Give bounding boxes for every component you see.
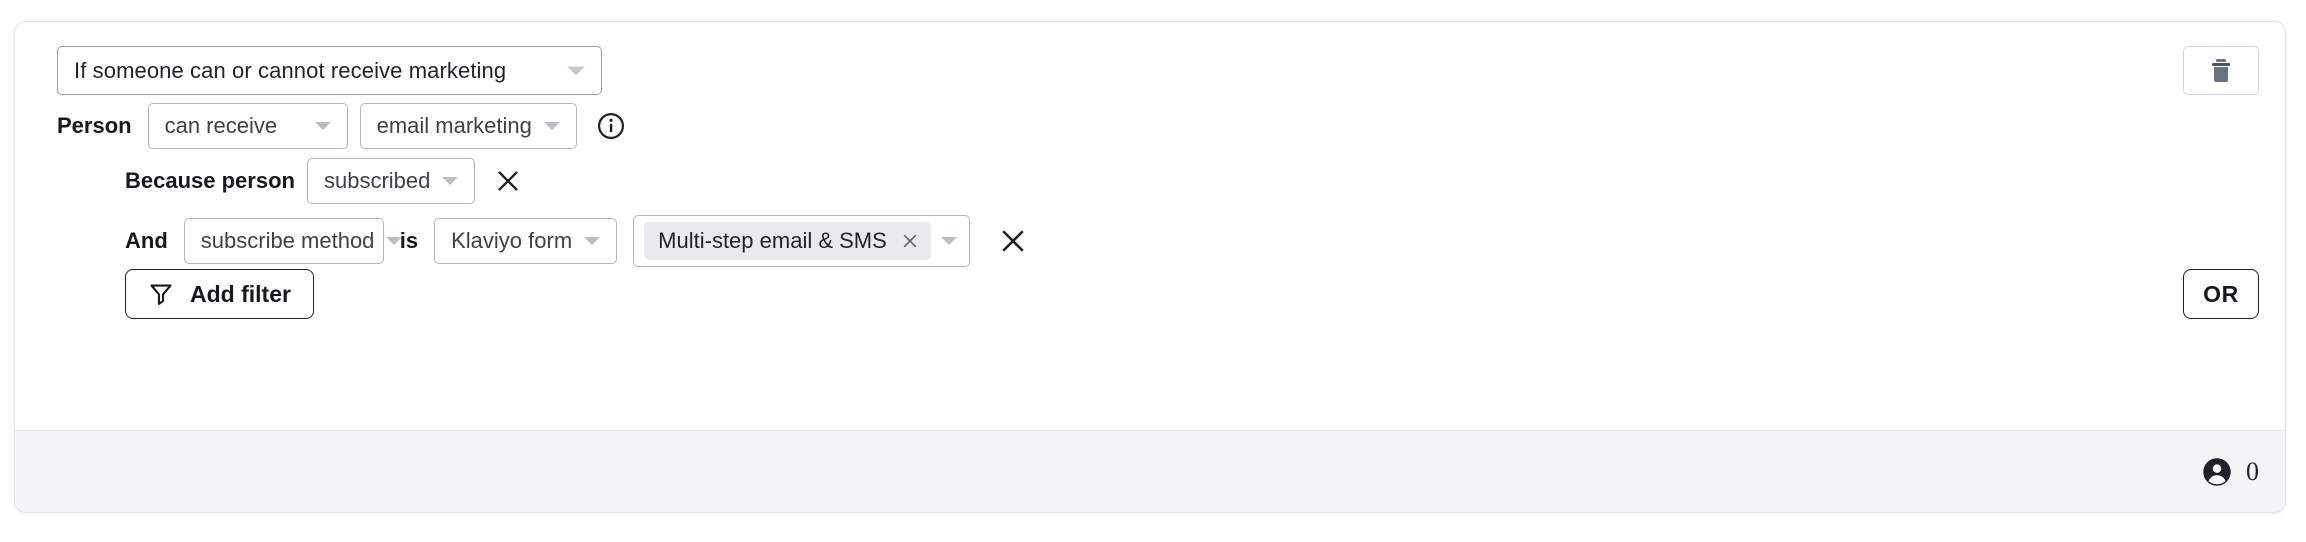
add-filter-button[interactable]: Add filter [125,269,314,319]
card-footer: 0 [15,430,2285,512]
person-channel-select[interactable]: email marketing [360,103,577,149]
trash-icon [2210,58,2232,84]
person-channel-value: email marketing [377,113,532,139]
and-row: And subscribe method is Klaviyo form Mul… [125,215,1030,267]
account-circle-icon [2202,457,2232,487]
and-row-label: And [125,228,168,254]
close-icon [901,232,919,250]
because-row-label: Because person [125,168,295,194]
person-row-label: Person [57,113,132,139]
add-filter-row: Add filter [125,269,314,319]
chevron-down-icon [315,122,331,130]
trigger-select-label: If someone can or cannot receive marketi… [74,58,506,84]
and-source-value: Klaviyo form [451,228,572,254]
or-button-label: OR [2203,281,2239,308]
remove-because-row-button[interactable] [491,164,525,198]
person-condition-value: can receive [165,113,278,139]
person-condition-select[interactable]: can receive [148,103,348,149]
chevron-down-icon [442,177,458,185]
because-value: subscribed [324,168,430,194]
chevron-down-icon [544,122,560,130]
condition-card: If someone can or cannot receive marketi… [14,21,2286,513]
trigger-select[interactable]: If someone can or cannot receive marketi… [57,46,602,95]
selected-tag-label: Multi-step email & SMS [658,228,887,254]
because-value-select[interactable]: subscribed [307,158,475,204]
profile-count-value: 0 [2246,459,2259,485]
info-circle-icon[interactable] [597,112,625,140]
and-attribute-select[interactable]: subscribe method [184,218,384,264]
trigger-row: If someone can or cannot receive marketi… [57,46,602,95]
delete-condition-button[interactable] [2183,46,2259,95]
because-row: Because person subscribed [125,158,525,204]
and-attribute-value: subscribe method [201,228,375,254]
or-button[interactable]: OR [2183,269,2259,319]
chevron-down-icon [386,237,402,245]
chevron-down-icon [941,237,957,245]
and-operator-label: is [400,228,418,254]
chevron-down-icon [584,237,600,245]
condition-card-body: If someone can or cannot receive marketi… [15,22,2285,431]
profile-count: 0 [2202,457,2259,487]
person-row: Person can receive email marketing [57,103,625,149]
add-filter-label: Add filter [190,281,291,308]
selected-tag: Multi-step email & SMS [644,222,931,260]
and-values-multiselect[interactable]: Multi-step email & SMS [633,215,970,267]
and-source-select[interactable]: Klaviyo form [434,218,617,264]
remove-and-row-button[interactable] [996,224,1030,258]
screen: If someone can or cannot receive marketi… [0,0,2306,542]
close-icon [999,227,1027,255]
chevron-down-icon [567,66,585,75]
close-icon [495,168,521,194]
filter-funnel-icon [148,281,174,307]
remove-tag-button[interactable] [899,230,921,252]
